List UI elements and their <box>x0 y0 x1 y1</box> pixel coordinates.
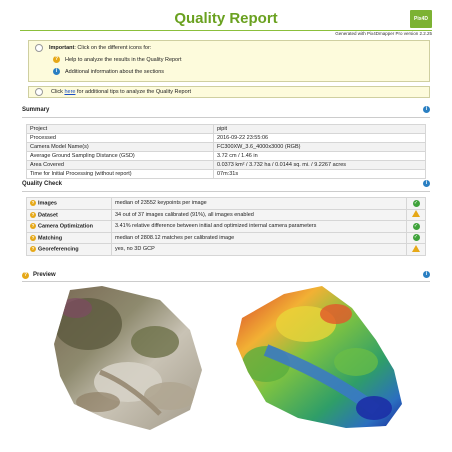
summary-row: Time for Initial Processing (without rep… <box>26 169 426 179</box>
warning-icon <box>412 244 420 252</box>
summary-key: Camera Model Name(s) <box>26 142 214 152</box>
help-icon[interactable]: ? <box>30 234 36 241</box>
tips-link[interactable]: here <box>64 89 75 95</box>
quality-check-row: ? Matching median of 2808.12 matches per c… <box>26 231 426 244</box>
quality-check-status <box>406 243 426 256</box>
generated-by-text: Generated with Pix4Dmapper Pro version 2… <box>335 31 432 36</box>
dsm-preview-image <box>236 286 402 428</box>
quality-check-row: ? Camera Optimization 3.41% relative diffe… <box>26 220 426 233</box>
tips-suffix: for additional tips to analyze the Quali… <box>75 89 192 95</box>
warning-icon <box>412 210 420 218</box>
quality-check-row: ? Georeferencing yes, no 3D GCP <box>26 243 426 256</box>
summary-key: Processed <box>26 133 214 143</box>
quality-check-status: ✓ <box>406 231 426 244</box>
quality-check-key: ? Camera Optimization <box>26 220 112 233</box>
important-text: : Click on the different icons for: <box>74 45 152 51</box>
pix4d-logo: Pix4D <box>410 10 432 28</box>
quality-check-value: yes, no 3D GCP <box>111 243 407 256</box>
page-title: Quality Report <box>174 10 278 27</box>
lightbulb-icon <box>35 88 43 96</box>
quality-check-row: ? Images median of 23552 keypoints per ima… <box>26 197 426 210</box>
quality-check-section-title: Quality Check <box>22 181 63 187</box>
quality-check-key: ? Dataset <box>26 208 112 221</box>
help-legend-text: Help to analyze the results in the Quali… <box>65 57 182 63</box>
summary-row: Processed 2016-09-22 23:55:06 <box>26 133 426 143</box>
summary-table: Project pipit Processed 2016-09-22 23:55:06… <box>26 124 426 179</box>
quality-check-key: ? Matching <box>26 231 112 244</box>
quality-check-row: ? Dataset 34 out of 37 images calibrated (… <box>26 208 426 221</box>
quality-check-key: ? Georeferencing <box>26 243 112 256</box>
lightbulb-icon <box>35 44 43 52</box>
preview-help-icon[interactable]: ? <box>22 272 29 279</box>
check-ok-icon: ✓ <box>412 222 420 230</box>
info-icon: i <box>53 68 60 75</box>
tips-prefix: Click <box>51 89 65 95</box>
summary-value: FC300XW_3.6_4000x3000 (RGB) <box>213 142 426 152</box>
help-icon[interactable]: ? <box>30 211 36 218</box>
quality-check-key: ? Images <box>26 197 112 210</box>
summary-row: Area Covered 0.0373 km² / 3.732 ha / 0.01… <box>26 160 426 170</box>
orthomosaic-preview-image <box>54 286 202 430</box>
quality-check-status: ✓ <box>406 197 426 210</box>
tips-box: Click here for additional tips to analyz… <box>28 86 430 98</box>
tips-text: Click here for additional tips to analyz… <box>51 89 191 95</box>
important-note-text: Important: Click on the different icons … <box>49 45 151 51</box>
quality-check-info-icon[interactable]: i <box>423 180 430 187</box>
report-header: Quality Report Pix4D Generated with Pix4… <box>0 0 452 36</box>
quality-check-status: ✓ <box>406 220 426 233</box>
preview-info-icon[interactable]: i <box>423 271 430 278</box>
check-ok-icon: ✓ <box>412 199 420 207</box>
preview-section-title: Preview <box>33 272 56 278</box>
summary-value: 07m:31s <box>213 169 426 179</box>
summary-key: Time for Initial Processing (without rep… <box>26 169 214 179</box>
info-legend-text: Additional information about the section… <box>65 69 165 75</box>
summary-divider <box>22 117 430 118</box>
important-note-box: Important: Click on the different icons … <box>28 40 430 82</box>
help-icon[interactable]: ? <box>30 200 36 207</box>
quality-check-value: 34 out of 37 images calibrated (91%), al… <box>111 208 407 221</box>
quality-check-label: Matching <box>38 234 63 241</box>
summary-row: Camera Model Name(s) FC300XW_3.6_4000x300… <box>26 142 426 152</box>
summary-value: pipit <box>213 124 426 134</box>
preview-divider <box>22 281 430 282</box>
quality-check-label: Georeferencing <box>38 246 79 253</box>
quality-check-label: Dataset <box>38 211 58 218</box>
summary-section-title: Summary <box>22 107 50 113</box>
help-icon[interactable]: ? <box>30 246 36 253</box>
summary-value: 0.0373 km² / 3.732 ha / 0.0144 sq. mi. /… <box>213 160 426 170</box>
check-ok-icon: ✓ <box>412 234 420 242</box>
important-label: Important <box>49 45 75 51</box>
summary-row: Project pipit <box>26 124 426 134</box>
quality-check-table: ? Images median of 23552 keypoints per ima… <box>26 197 426 256</box>
help-icon[interactable]: ? <box>30 223 36 230</box>
help-icon: ? <box>53 56 60 63</box>
summary-key: Average Ground Sampling Distance (GSD) <box>26 151 214 161</box>
summary-key: Project <box>26 124 214 134</box>
quality-check-divider <box>22 191 430 192</box>
quality-check-value: median of 2808.12 matches per calibrated… <box>111 231 407 244</box>
summary-row: Average Ground Sampling Distance (GSD) 3.… <box>26 151 426 161</box>
quality-check-value: median of 23552 keypoints per image <box>111 197 407 210</box>
summary-value: 3.72 cm / 1.46 in <box>213 151 426 161</box>
quality-check-label: Camera Optimization <box>38 223 94 230</box>
quality-check-status <box>406 208 426 221</box>
summary-info-icon[interactable]: i <box>423 106 430 113</box>
summary-key: Area Covered <box>26 160 214 170</box>
quality-check-value: 3.41% relative difference between initia… <box>111 220 407 233</box>
summary-value: 2016-09-22 23:55:06 <box>213 133 426 143</box>
quality-check-label: Images <box>38 200 57 207</box>
